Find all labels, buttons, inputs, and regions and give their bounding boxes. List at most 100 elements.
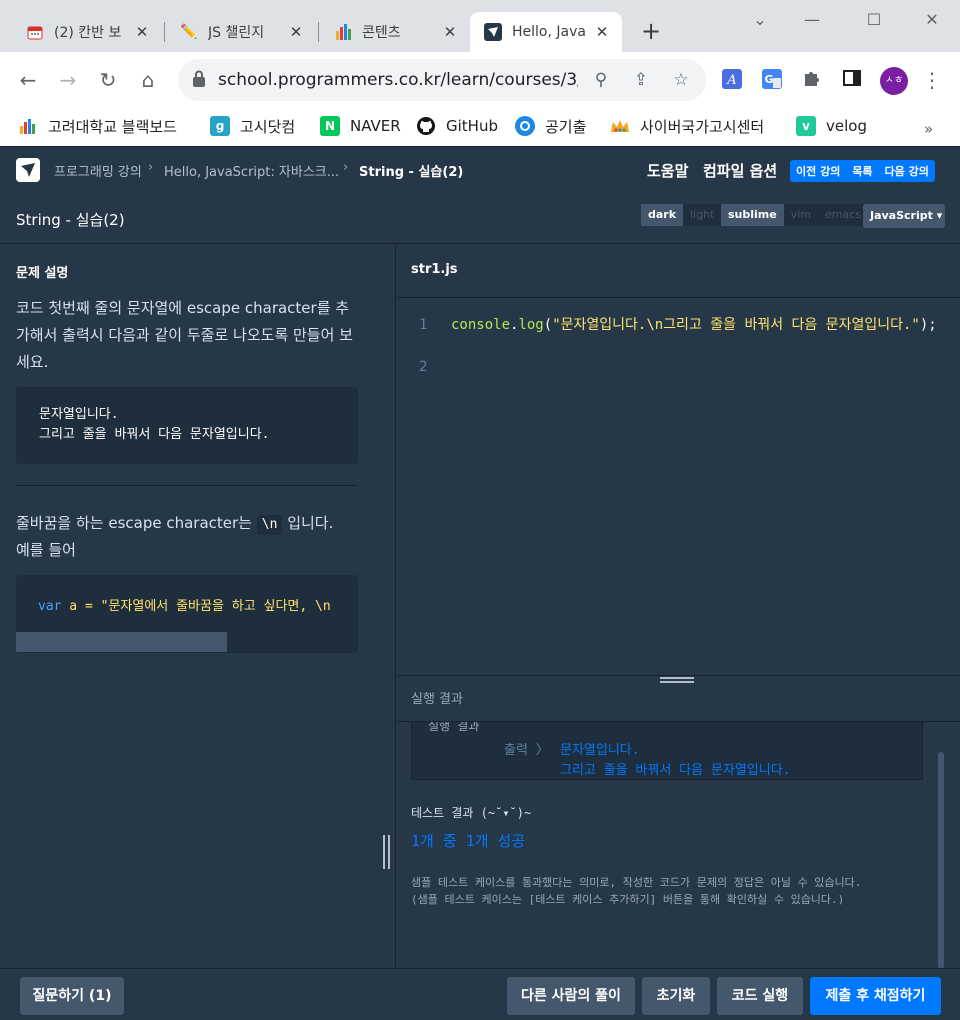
others-solutions-button[interactable]: 다른 사람의 풀이 [507,977,635,1015]
tab-title: Hello, Java [512,24,586,40]
prev-lesson-button[interactable]: 이전 강의 [790,163,846,179]
bar-chart-icon [334,23,352,41]
code-method: log [518,317,544,333]
code-rest: a = "문자열에서 줄바꿈을 하고 싶다면, \n [61,599,331,614]
code-editor[interactable]: 1 2 console.log("문자열입니다.\n그리고 줄을 바꿔서 다음 … [397,297,960,677]
new-tab-button[interactable]: + [638,18,664,46]
reload-button[interactable]: ↻ [94,66,122,94]
example-output-line: 그리고 줄을 바꿔서 다음 문자열입니다. [39,427,270,442]
keymap-emacs-option[interactable]: emacs [818,204,869,226]
tab-separator [164,22,165,42]
tab-title: (2) 칸반 보 [54,25,122,41]
close-icon[interactable]: ✕ [442,23,458,41]
panel-resize-handle[interactable] [383,835,393,869]
bookmark-label: NAVER [350,117,401,135]
avatar[interactable]: ㅅㅎ [880,67,908,95]
section-title: 문제 설명 [16,266,69,281]
problem-description: 코드 첫번째 줄의 문자열에 escape character를 추가해서 출력… [16,299,353,371]
divider [397,675,960,676]
breadcrumb-courses[interactable]: 프로그래밍 강의 [54,161,142,180]
bookmark-cyber-exam[interactable]: 사이버국가고시센터 [610,114,764,138]
example-output-line: 문자열입니다. [39,407,119,422]
browser-tab-hello-javascript[interactable]: Hello, Java ✕ [470,12,622,52]
result-title: 실행 결과 [411,692,463,707]
bookmark-gosi[interactable]: g 고시닷컴 [210,114,295,138]
keymap-toggle: sublime vim emacs [721,204,869,226]
extensions-puzzle-icon[interactable] [800,68,824,92]
lesson-nav: 이전 강의 목록 다음 강의 [790,160,935,182]
bookmark-label: 고시닷컴 [240,117,296,136]
language-select[interactable]: JavaScript ▾ [863,204,945,228]
code-line: console.log("문자열입니다.\n그리고 줄을 바꿔서 다음 문자열입… [451,315,955,336]
back-button[interactable]: ← [14,66,42,94]
forward-button[interactable]: → [54,66,82,94]
result-resize-handle[interactable] [660,677,694,685]
next-lesson-button[interactable]: 다음 강의 [879,163,935,179]
browser-tab-js-challenge[interactable]: ✏️ JS 챌린지 ✕ [166,12,316,52]
minimize-button[interactable]: — [800,10,824,30]
g-icon: g [210,116,230,136]
close-icon[interactable]: ✕ [288,23,304,41]
theme-toggle: dark light [641,204,722,226]
reset-button[interactable]: 초기화 [642,977,710,1015]
tab-title: JS 챌린지 [208,25,265,41]
bookmark-korea-univ[interactable]: 고려대학교 블랙보드 [18,114,177,138]
crown-icon [610,116,630,136]
bookmark-gonggichul[interactable]: 공기출 [515,114,586,138]
breadcrumb-lesson: String - 실습(2) [359,165,464,180]
chevron-down-icon[interactable]: ⌄ [748,10,772,30]
lesson-list-button[interactable]: 목록 [846,163,878,179]
more-menu-icon[interactable]: ⋮ [920,68,944,92]
tab-title: 콘텐츠 [362,25,401,41]
example-code-line: var a = "문자열에서 줄바꿈을 하고 싶다면, \n [38,595,331,614]
calendar-icon [26,23,44,41]
output-line: 문자열입니다. [560,743,640,758]
close-icon[interactable]: ✕ [134,23,150,41]
submit-button[interactable]: 제출 후 채점하기 [810,977,941,1015]
browser-tab-contents[interactable]: 콘텐츠 ✕ [320,12,470,52]
google-translate-icon[interactable]: G [760,68,784,92]
horizontal-scrollbar[interactable] [16,632,227,652]
footer-bar: 질문하기 (1) 다른 사람의 풀이 초기화 코드 실행 제출 후 채점하기 [0,968,960,1020]
bookmark-naver[interactable]: N NAVER [320,114,401,138]
editor-panel: str1.js 1 2 console.log("문자열입니다.\n그리고 줄을… [397,245,960,968]
bookmark-label: velog [826,117,867,135]
browser-tab-strip: (2) 칸반 보 ✕ ✏️ JS 챌린지 ✕ 콘텐츠 ✕ Hello, Java… [0,0,960,52]
theme-dark-option[interactable]: dark [641,204,684,226]
close-window-button[interactable]: ✕ [920,10,944,30]
side-panel-icon[interactable] [840,68,864,92]
hint-prefix: 줄바꿈을 하는 escape character는 [16,514,252,532]
vertical-scrollbar[interactable] [938,752,944,968]
ask-question-button[interactable]: 질문하기 (1) [20,977,124,1015]
breadcrumb-course[interactable]: Hello, JavaScript: 자바스크... [164,161,339,180]
bookmark-github[interactable]: GitHub [416,114,498,138]
bookmarks-more-button[interactable]: » [924,120,933,138]
browser-tab-kanban[interactable]: (2) 칸반 보 ✕ [12,12,162,52]
app-header: 프로그래밍 강의 › Hello, JavaScript: 자바스크... › … [0,146,960,192]
keymap-sublime-option[interactable]: sublime [721,204,784,226]
test-result-header: 테스트 결과 (~˘▾˘)~ [411,806,532,820]
address-bar[interactable]: school.programmers.co.kr/learn/courses/3… [178,59,706,101]
chevron-right-icon: › [148,160,154,175]
file-tab[interactable]: str1.js [411,262,458,277]
home-button[interactable]: ⌂ [134,66,162,94]
close-icon[interactable]: ✕ [594,23,610,41]
github-icon [416,116,436,136]
share-icon[interactable]: ⇪ [630,69,652,91]
bookmark-velog[interactable]: v velog [796,114,867,138]
bookmark-star-icon[interactable]: ☆ [670,69,692,91]
code-string: "문자열입니다.\n그리고 줄을 바꿔서 다음 문자열입니다." [552,317,920,333]
compile-options-link[interactable]: 컴파일 옵션 [703,160,777,181]
run-code-button[interactable]: 코드 실행 [717,977,803,1015]
help-link[interactable]: 도움말 [647,160,688,181]
maximize-button[interactable]: ☐ [862,10,886,30]
keymap-vim-option[interactable]: vim [783,204,818,226]
test-result-summary: 1개 중 1개 성공 [411,832,526,850]
bookmarks-bar: 고려대학교 블랙보드 g 고시닷컴 N NAVER GitHub 공기출 사이버… [0,108,960,146]
programmers-logo[interactable] [16,158,40,182]
translate-ext-icon[interactable]: A [720,68,744,92]
search-icon[interactable]: ⚲ [590,69,612,91]
hint-text: 줄바꿈을 하는 escape character는 \n 입니다. 예를 들어 [16,510,361,564]
output-line: 그리고 줄을 바꿔서 다음 문자열입니다. [560,763,791,778]
theme-light-option[interactable]: light [683,204,722,226]
